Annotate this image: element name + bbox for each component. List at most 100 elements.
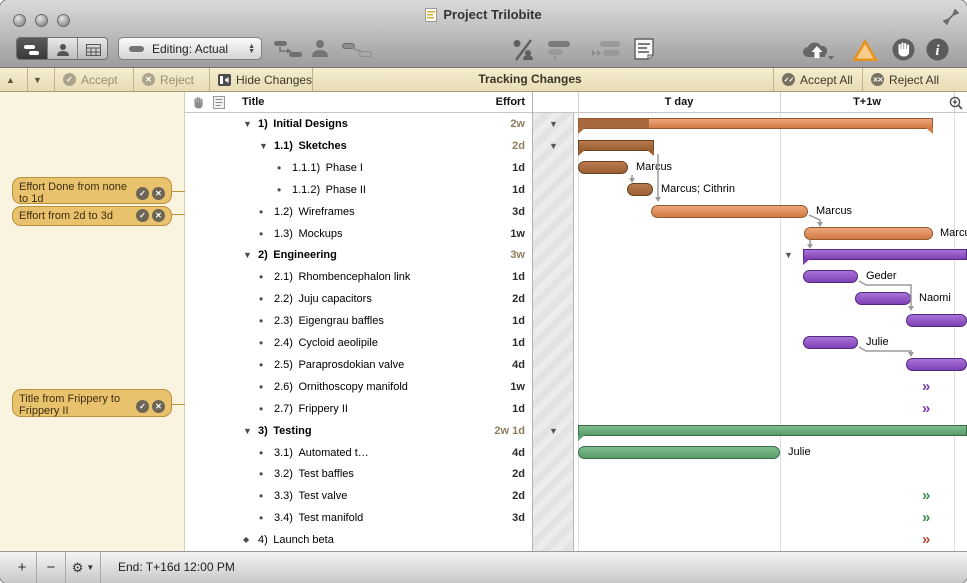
task-title[interactable]: 1) Initial Designs: [258, 113, 348, 135]
task-title[interactable]: 2.4) Cycloid aeolipile: [274, 332, 378, 354]
hand-column-icon[interactable]: [192, 96, 204, 109]
reject-change-button[interactable]: ✕: [152, 400, 165, 413]
task-title[interactable]: 1.2) Wireframes: [274, 201, 355, 223]
table-row[interactable]: ▼ 2) Engineering 3w: [185, 244, 532, 266]
disclosure-triangle-icon[interactable]: ▼: [243, 113, 252, 135]
task-title[interactable]: 4) Launch beta: [258, 529, 334, 551]
group-tasks-icon[interactable]: [274, 41, 304, 59]
reject-all-button[interactable]: ✕✕ Reject All: [871, 68, 939, 91]
bar-paraprosdokian-valve[interactable]: [906, 358, 967, 371]
table-row[interactable]: •1.2) Wireframes3d: [185, 201, 532, 223]
task-title[interactable]: 2.1) Rhombencephalon link: [274, 266, 410, 288]
title-column-header[interactable]: Title: [242, 92, 264, 113]
remove-task-button[interactable]: −: [37, 552, 65, 583]
previous-change-button[interactable]: ▲: [6, 68, 15, 91]
resource-view-button[interactable]: [48, 38, 78, 60]
task-title[interactable]: 3.4) Test manifold: [274, 507, 363, 529]
stop-hand-icon[interactable]: [892, 38, 915, 61]
table-row[interactable]: •2.1) Rhombencephalon link1d: [185, 266, 532, 288]
gutter-disclosure-icon[interactable]: ▼: [549, 427, 558, 436]
table-row[interactable]: •1.1.2) Phase II1d: [185, 179, 532, 201]
table-row[interactable]: •1.1.1) Phase I1d: [185, 157, 532, 179]
task-effort[interactable]: 3d: [512, 507, 525, 529]
change-note[interactable]: Title from Frippery to Frippery II✓✕: [12, 389, 172, 417]
task-effort[interactable]: 1d: [512, 266, 525, 288]
task-effort[interactable]: 1d: [512, 310, 525, 332]
level-resources-icon[interactable]: [548, 41, 576, 59]
table-row[interactable]: •2.6) Ornithoscopy manifold1w: [185, 376, 532, 398]
task-effort[interactable]: 2w 1d: [494, 420, 525, 442]
change-note[interactable]: Effort from 2d to 3d✓✕: [12, 206, 172, 226]
task-title[interactable]: 2.7) Frippery II: [274, 398, 348, 420]
calendar-view-button[interactable]: [78, 38, 108, 60]
table-row[interactable]: •3.1) Automated t…4d: [185, 442, 532, 464]
table-row[interactable]: •2.2) Juju capacitors2d: [185, 288, 532, 310]
task-effort[interactable]: 2d: [512, 485, 525, 507]
task-effort[interactable]: 1w: [510, 223, 525, 245]
publish-cloud-icon[interactable]: [800, 39, 836, 61]
task-effort[interactable]: 3w: [510, 244, 525, 266]
task-effort[interactable]: 1d: [512, 179, 525, 201]
table-row[interactable]: ▼3) Testing2w 1d: [185, 420, 532, 442]
table-row[interactable]: •3.3) Test valve2d: [185, 485, 532, 507]
offscreen-test-manifold-chevron-icon[interactable]: »: [922, 511, 928, 525]
bar-eigengrau-baffles[interactable]: [906, 314, 967, 327]
disclosure-triangle-icon[interactable]: ▼: [259, 135, 268, 157]
task-title[interactable]: 1.1) Sketches: [274, 135, 347, 157]
bar-mockups[interactable]: [804, 227, 933, 240]
task-title[interactable]: 2.3) Eigengrau baffles: [274, 310, 384, 332]
offscreen-test-valve-chevron-icon[interactable]: »: [922, 489, 928, 503]
next-change-button[interactable]: ▼: [33, 68, 42, 91]
gutter-disclosure-icon[interactable]: ▼: [549, 120, 558, 129]
bar-testing[interactable]: [578, 425, 967, 436]
reject-change-button[interactable]: ✕: [152, 187, 165, 200]
task-effort[interactable]: 2d: [512, 288, 525, 310]
task-effort[interactable]: 3d: [512, 201, 525, 223]
disclosure-triangle-icon[interactable]: ▼: [243, 244, 252, 266]
editing-mode-popup[interactable]: Editing: Actual ▲▼: [118, 37, 262, 60]
add-task-button[interactable]: +: [8, 552, 36, 583]
table-row[interactable]: •1.3) Mockups1w: [185, 223, 532, 245]
accept-change-button[interactable]: ✓: [136, 187, 149, 200]
bar-juju-capacitors[interactable]: [855, 292, 911, 305]
task-title[interactable]: 2) Engineering: [258, 244, 337, 266]
table-row[interactable]: •2.3) Eigengrau baffles1d: [185, 310, 532, 332]
gutter-disclosure-icon[interactable]: ▼: [549, 142, 558, 151]
violations-warning-icon[interactable]: [852, 39, 878, 61]
accept-change-button[interactable]: ✓: [136, 400, 149, 413]
task-effort[interactable]: 2d: [512, 463, 525, 485]
assign-resource-icon[interactable]: [310, 39, 330, 59]
connect-tasks-icon[interactable]: [342, 43, 372, 57]
table-row[interactable]: ◆4) Launch beta: [185, 529, 532, 551]
bar-wireframes[interactable]: [651, 205, 808, 218]
catch-up-icon[interactable]: [592, 41, 622, 59]
table-row[interactable]: •2.7) Frippery II1d: [185, 398, 532, 420]
effort-column-header[interactable]: Effort: [496, 92, 525, 113]
bar-phase-ii[interactable]: [627, 183, 653, 196]
task-effort[interactable]: 2d: [512, 135, 525, 157]
task-title[interactable]: 1.3) Mockups: [274, 223, 342, 245]
inspector-info-icon[interactable]: i: [926, 38, 949, 61]
task-title[interactable]: 1.1.2) Phase II: [292, 179, 366, 201]
notes-icon[interactable]: [634, 38, 654, 60]
timeline-col-t-day[interactable]: T day: [578, 92, 780, 113]
task-title[interactable]: 2.6) Ornithoscopy manifold: [274, 376, 408, 398]
action-gear-button[interactable]: ⚙▼: [66, 552, 100, 583]
table-row[interactable]: ▼1) Initial Designs2w: [185, 113, 532, 135]
bar-engineering[interactable]: [803, 249, 967, 260]
gantt-view-button[interactable]: [17, 38, 48, 60]
reject-button[interactable]: ✕ Reject: [142, 68, 194, 91]
task-title[interactable]: 3.2) Test baffles: [274, 463, 354, 485]
offscreen-ornithoscopy-manifold-chevron-icon[interactable]: »: [922, 380, 928, 394]
bar-phase-i[interactable]: [578, 161, 628, 174]
task-title[interactable]: 3.1) Automated t…: [274, 442, 369, 464]
gantt-disclosure-icon[interactable]: ▼: [784, 251, 793, 260]
bar-automated-tests[interactable]: [578, 446, 780, 459]
task-title[interactable]: 1.1.1) Phase I: [292, 157, 363, 179]
notes-column-icon[interactable]: [213, 96, 225, 109]
offscreen-frippery-ii-chevron-icon[interactable]: »: [922, 402, 928, 416]
hide-changes-button[interactable]: Hide Changes: [218, 68, 312, 91]
task-effort[interactable]: 1d: [512, 398, 525, 420]
task-effort[interactable]: 1w: [510, 376, 525, 398]
timeline-col-t-plus-1w[interactable]: T+1w: [780, 92, 954, 113]
